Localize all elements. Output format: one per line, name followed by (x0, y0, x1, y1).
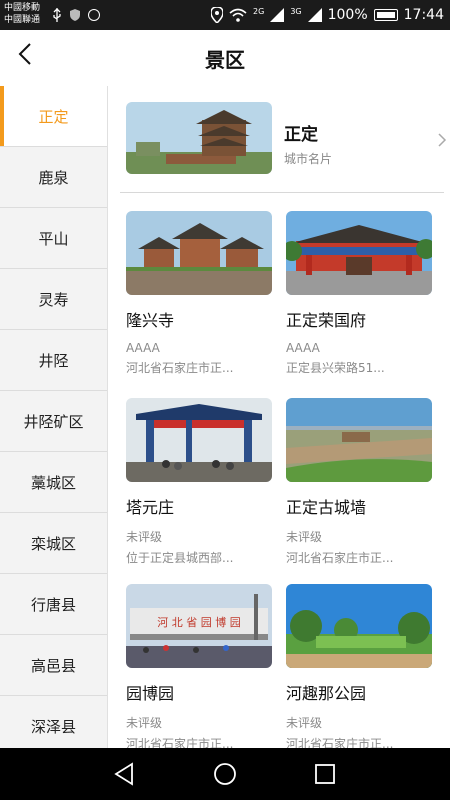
divider (120, 192, 444, 193)
spot-card-longxing[interactable]: 隆兴寺 AAAA 河北省石家庄市正... (126, 211, 274, 376)
nav-home-icon[interactable] (212, 761, 238, 787)
spot-name: 塔元庄 (126, 498, 175, 517)
spot-level: AAAA (126, 341, 160, 355)
sidebar-item-label: 藁城区 (30, 473, 76, 492)
sidebar-item-pingshan[interactable]: 平山 (0, 208, 107, 269)
city-card[interactable]: 正定 城市名片 (126, 102, 447, 174)
network-1: 2G (253, 6, 265, 16)
spot-address: 位于正定县城西部... (126, 551, 234, 565)
wifi-icon (229, 8, 247, 22)
spot-image (286, 584, 432, 668)
spot-level: 未评级 (126, 716, 163, 730)
park-sign-text: 河 北 省 园 博 园 (157, 616, 240, 629)
spot-image (286, 398, 432, 482)
spot-card-tayuanzhuang[interactable]: 塔元庄 未评级 位于正定县城西部... (126, 398, 274, 566)
spot-image (126, 398, 272, 482)
header: 景区 (0, 30, 450, 86)
page-title: 景区 (205, 48, 245, 72)
spot-address: 正定县兴荣路51... (286, 361, 385, 375)
spot-address: 河北省石家庄市正... (126, 737, 234, 748)
sidebar-item-xingtang[interactable]: 行唐县 (0, 574, 107, 635)
chevron-right-icon (438, 133, 447, 147)
spot-name: 河趣那公园 (286, 684, 367, 703)
spot-name: 正定荣国府 (286, 311, 367, 330)
carrier-2: 中國聯通 (4, 15, 41, 25)
spot-card-yuanboyuan[interactable]: 河 北 省 园 博 园 园博园 未评级 河北省石家庄市正... (126, 584, 274, 748)
spot-level: 未评级 (286, 716, 323, 730)
sidebar-item-gaocheng[interactable]: 藁城区 (0, 452, 107, 513)
region-sidebar: 正定 鹿泉 平山 灵寿 井陉 井陉矿区 藁城区 栾城区 行唐县 高邑县 深泽县 (0, 86, 108, 748)
shield-icon (70, 9, 80, 21)
sidebar-item-label: 平山 (38, 229, 69, 248)
spot-card-hequ-park[interactable]: 河趣那公园 未评级 河北省石家庄市正... (286, 584, 434, 748)
sidebar-item-jingxing-mining[interactable]: 井陉矿区 (0, 391, 107, 452)
city-image (126, 102, 272, 174)
battery-percent: 100% (327, 7, 368, 23)
sidebar-item-gaoyi[interactable]: 高邑县 (0, 635, 107, 696)
spot-name: 隆兴寺 (126, 311, 175, 330)
nav-back-icon[interactable] (112, 761, 138, 787)
status-bar: 中國移動 中國聯通 2G 3G 100% 17:44 (0, 0, 450, 30)
usb-icon (53, 8, 61, 22)
sidebar-item-label: 鹿泉 (38, 168, 69, 187)
city-name: 正定 (284, 125, 318, 145)
system-nav-bar (0, 748, 450, 800)
sidebar-item-label: 行唐县 (30, 595, 76, 614)
spot-name: 园博园 (126, 684, 175, 703)
sidebar-item-zhengding[interactable]: 正定 (0, 86, 107, 147)
signal-icon-2 (307, 8, 322, 22)
sidebar-item-label: 高邑县 (30, 656, 76, 675)
sidebar-item-luancheng[interactable]: 栾城区 (0, 513, 107, 574)
battery-icon (373, 9, 398, 21)
spot-address: 河北省石家庄市正... (286, 737, 394, 748)
spot-level: 未评级 (286, 530, 323, 544)
spot-level: 未评级 (126, 530, 163, 544)
spot-address: 河北省石家庄市正... (126, 361, 234, 375)
sidebar-item-label: 正定 (38, 107, 69, 126)
nav-recents-icon[interactable] (312, 761, 338, 787)
sidebar-item-jingxing[interactable]: 井陉 (0, 330, 107, 391)
spots-content: 正定 城市名片 隆兴寺 AAAA 河北省石家庄市正... 正定荣国府 AAAA … (108, 86, 450, 748)
sidebar-item-lingshou[interactable]: 灵寿 (0, 269, 107, 330)
spot-image (126, 211, 272, 295)
app-icon (88, 9, 100, 21)
spot-level: AAAA (286, 341, 320, 355)
sidebar-item-shenze[interactable]: 深泽县 (0, 696, 107, 748)
sidebar-item-label: 井陉 (38, 351, 69, 370)
clock: 17:44 (403, 7, 444, 23)
sidebar-item-label: 灵寿 (38, 290, 69, 309)
spot-image: 河 北 省 园 博 园 (126, 584, 272, 668)
carrier-info: 中國移動 中國聯通 (4, 2, 40, 26)
spot-name: 正定古城墙 (286, 498, 367, 517)
city-subtitle: 城市名片 (284, 152, 333, 166)
network-2: 3G (290, 6, 302, 16)
carrier-1: 中國移動 (4, 3, 41, 13)
spot-card-city-wall[interactable]: 正定古城墙 未评级 河北省石家庄市正... (286, 398, 434, 566)
spot-image (286, 211, 432, 295)
signal-icon (270, 8, 285, 22)
location-icon (211, 7, 224, 23)
sidebar-item-label: 深泽县 (30, 717, 76, 736)
sidebar-item-luquan[interactable]: 鹿泉 (0, 147, 107, 208)
spot-card-rongguofu[interactable]: 正定荣国府 AAAA 正定县兴荣路51... (286, 211, 434, 376)
sidebar-item-label: 井陉矿区 (23, 412, 84, 431)
spot-address: 河北省石家庄市正... (286, 551, 394, 565)
sidebar-item-label: 栾城区 (30, 534, 76, 553)
